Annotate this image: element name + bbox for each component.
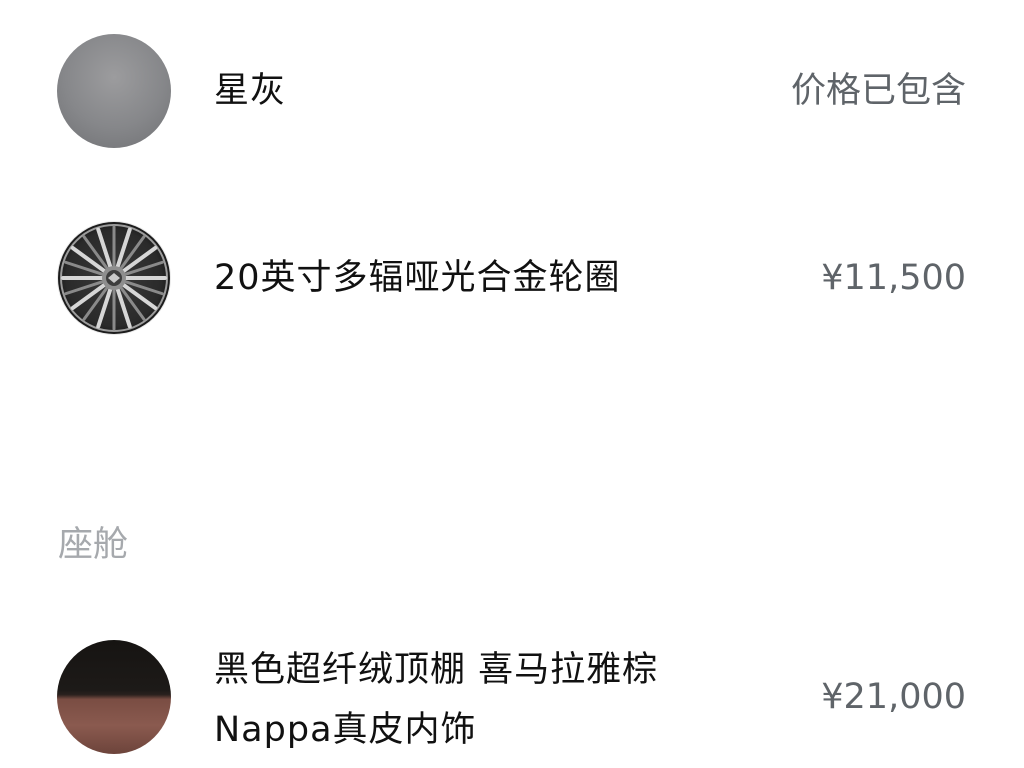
section-title-cabin: 座舱 bbox=[58, 525, 129, 565]
color-swatch bbox=[57, 34, 171, 148]
option-price: ¥11,500 bbox=[821, 258, 966, 298]
option-name: 星灰 bbox=[214, 71, 287, 111]
interior-swatch bbox=[57, 640, 171, 754]
option-price: 价格已包含 bbox=[790, 71, 966, 111]
option-price: ¥21,000 bbox=[821, 677, 966, 717]
wheel-icon bbox=[58, 222, 170, 334]
configuration-summary: 星灰 价格已包含 20英寸多辐哑光合金轮圈 ¥11,500 座舱 黑色超纤绒顶棚… bbox=[0, 0, 1024, 768]
option-row-interior[interactable]: 黑色超纤绒顶棚 喜马拉雅棕 Nappa真皮内饰 ¥21,000 bbox=[0, 640, 1024, 754]
option-name: 黑色超纤绒顶棚 喜马拉雅棕 Nappa真皮内饰 bbox=[214, 640, 658, 760]
option-name: 20英寸多辐哑光合金轮圈 bbox=[214, 258, 621, 298]
option-name-line1: 黑色超纤绒顶棚 喜马拉雅棕 bbox=[214, 650, 659, 690]
option-row-wheels[interactable]: 20英寸多辐哑光合金轮圈 ¥11,500 bbox=[0, 221, 1024, 335]
option-row-exterior-color[interactable]: 星灰 价格已包含 bbox=[0, 34, 1024, 148]
wheel-thumbnail bbox=[57, 221, 171, 335]
option-name-line2: Nappa真皮内饰 bbox=[214, 710, 477, 750]
